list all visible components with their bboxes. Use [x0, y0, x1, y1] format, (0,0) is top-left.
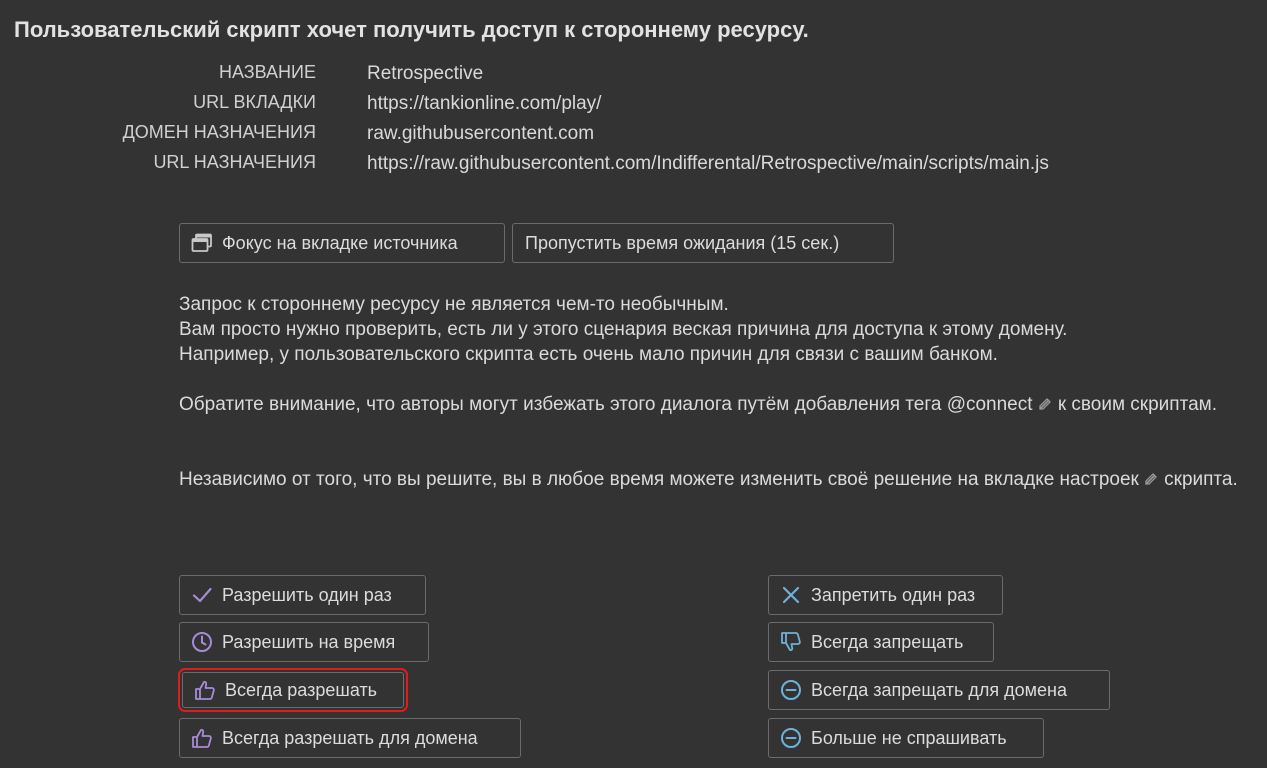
minus-circle-icon [779, 726, 803, 750]
info-table: НАЗВАНИЕ Retrospective URL ВКЛАДКИ https… [0, 60, 1267, 180]
always-allow-domain-button[interactable]: Всегда разрешать для домена [179, 718, 521, 758]
info-value-name: Retrospective [367, 63, 484, 84]
info-key-name: НАЗВАНИЕ [218, 62, 316, 82]
windows-icon [190, 231, 214, 255]
info-key-target-url: URL НАЗНАЧЕНИЯ [153, 152, 316, 172]
info-key-target-domain: ДОМЕН НАЗНАЧЕНИЯ [122, 122, 316, 142]
focus-source-tab-label: Фокус на вкладке источника [222, 232, 458, 253]
info-key-tab-url: URL ВКЛАДКИ [193, 92, 316, 112]
description-text: к своим скриптам. [1057, 394, 1217, 415]
description-text: Независимо от того, что вы решите, вы в … [179, 469, 979, 490]
description-line: Вам просто нужно проверить, есть ли у эт… [179, 319, 1068, 340]
description-text: Обратите внимание, что авторы могут избе… [179, 394, 942, 415]
always-allow-button[interactable]: Всегда разрешать [178, 668, 408, 712]
always-deny-domain-button[interactable]: Всегда запрещать для домена [768, 670, 1110, 710]
always-deny-domain-label: Всегда запрещать для домена [811, 679, 1067, 700]
focus-source-tab-button[interactable]: Фокус на вкладке источника [179, 223, 505, 263]
external-link-icon[interactable] [1037, 394, 1053, 419]
minus-circle-icon [779, 678, 803, 702]
always-allow-domain-label: Всегда разрешать для домена [222, 727, 478, 748]
allow-once-label: Разрешить один раз [222, 584, 392, 605]
description-line: Запрос к стороннему ресурсу не является … [179, 294, 729, 315]
info-value-target-domain: raw.githubusercontent.com [367, 123, 595, 144]
description-text: скрипта. [1164, 469, 1238, 490]
info-row-target-url: URL НАЗНАЧЕНИЯ https://raw.githubusercon… [0, 150, 1267, 180]
always-allow-label: Всегда разрешать [225, 679, 378, 700]
description-paragraph-1: Запрос к стороннему ресурсу не является … [179, 292, 1254, 367]
allow-temporarily-label: Разрешить на время [222, 631, 396, 652]
settings-tab-link[interactable]: вкладке настроек [984, 469, 1139, 490]
info-value-tab-url: https://tankionline.com/play/ [367, 93, 602, 114]
info-value-target-url: https://raw.githubusercontent.com/Indiff… [367, 153, 1049, 174]
info-row-tab-url: URL ВКЛАДКИ https://tankionline.com/play… [0, 90, 1267, 120]
x-icon [779, 583, 803, 607]
thumbs-down-icon [779, 630, 803, 654]
info-row-name: НАЗВАНИЕ Retrospective [0, 60, 1267, 90]
external-link-icon[interactable] [1143, 469, 1159, 494]
info-row-target-domain: ДОМЕН НАЗНАЧЕНИЯ raw.githubusercontent.c… [0, 120, 1267, 150]
connect-tag-link[interactable]: @connect [947, 394, 1033, 415]
dialog-title: Пользовательский скрипт хочет получить д… [14, 17, 809, 42]
check-icon [190, 583, 214, 607]
deny-once-label: Запретить один раз [811, 584, 976, 605]
description-line: Например, у пользовательского скрипта ес… [179, 344, 998, 365]
thumbs-up-icon [190, 726, 214, 750]
never-ask-button[interactable]: Больше не спрашивать [768, 718, 1044, 758]
never-ask-label: Больше не спрашивать [811, 727, 1007, 748]
allow-temporarily-button[interactable]: Разрешить на время [179, 622, 429, 662]
skip-timeout-label: Пропустить время ожидания (15 сек.) [525, 232, 840, 253]
thumbs-up-icon [193, 678, 217, 702]
allow-once-button[interactable]: Разрешить один раз [179, 575, 426, 615]
description-paragraph-3: Независимо от того, что вы решите, вы в … [179, 467, 1254, 494]
always-deny-button[interactable]: Всегда запрещать [768, 622, 994, 662]
deny-once-button[interactable]: Запретить один раз [768, 575, 1003, 615]
always-deny-label: Всегда запрещать [811, 631, 964, 652]
skip-timeout-button[interactable]: Пропустить время ожидания (15 сек.) [512, 223, 894, 263]
clock-icon [190, 630, 214, 654]
description-paragraph-2: Обратите внимание, что авторы могут избе… [179, 392, 1254, 419]
